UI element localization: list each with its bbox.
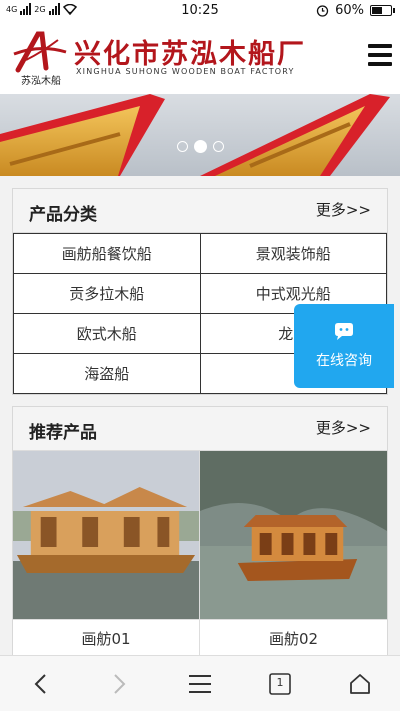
featured-header: 推荐产品 更多>> bbox=[13, 407, 387, 451]
browser-nav-bar: 1 bbox=[0, 655, 400, 711]
featured-section: 推荐产品 更多>> 画舫01 画舫02 bbox=[12, 406, 388, 658]
status-right: 60% bbox=[316, 3, 395, 18]
home-icon[interactable] bbox=[346, 670, 374, 698]
back-icon[interactable] bbox=[26, 670, 54, 698]
online-consult-button[interactable]: 在线咨询 bbox=[294, 304, 394, 388]
battery-icon bbox=[370, 5, 395, 16]
hero-banner[interactable] bbox=[0, 94, 400, 176]
chat-bubble-icon bbox=[335, 323, 353, 340]
category-item[interactable]: 海盗船 bbox=[14, 354, 201, 394]
product-image[interactable] bbox=[13, 451, 199, 619]
menu-icon[interactable] bbox=[186, 670, 214, 698]
product-name[interactable]: 画舫02 bbox=[200, 619, 387, 657]
alarm-icon bbox=[316, 5, 329, 17]
carousel-indicators bbox=[0, 140, 400, 153]
tabs-icon[interactable]: 1 bbox=[266, 670, 294, 698]
product-card[interactable]: 画舫01 bbox=[13, 451, 200, 657]
consult-label: 在线咨询 bbox=[316, 353, 372, 369]
brand-name-en: XINGHUA SUHONG WOODEN BOAT FACTORY bbox=[76, 67, 295, 76]
more-link[interactable]: 更多>> bbox=[316, 199, 371, 220]
hamburger-menu-icon[interactable] bbox=[368, 44, 392, 66]
brand-name: 兴化市苏泓木船厂 bbox=[74, 39, 306, 70]
category-item[interactable]: 画舫船餐饮船 bbox=[14, 234, 201, 274]
battery-percent: 60% bbox=[335, 3, 364, 18]
category-item[interactable]: 贡多拉木船 bbox=[14, 274, 201, 314]
section-title: 产品分类 bbox=[29, 205, 97, 225]
category-item[interactable]: 景观装饰船 bbox=[200, 234, 387, 274]
category-item[interactable]: 欧式木船 bbox=[14, 314, 201, 354]
carousel-dot[interactable] bbox=[176, 141, 188, 152]
carousel-dot-active[interactable] bbox=[193, 140, 207, 153]
logo-subtitle: 苏泓木船 bbox=[21, 76, 61, 87]
product-card[interactable]: 画舫02 bbox=[200, 451, 387, 657]
section-title: 推荐产品 bbox=[29, 423, 97, 443]
more-link[interactable]: 更多>> bbox=[316, 417, 371, 438]
banner-image bbox=[0, 94, 400, 176]
forward-icon[interactable] bbox=[106, 670, 134, 698]
carousel-dot[interactable] bbox=[212, 141, 224, 152]
product-grid: 画舫01 画舫02 bbox=[13, 451, 387, 657]
category-header: 产品分类 更多>> bbox=[13, 189, 387, 233]
site-header: 苏泓木船 兴化市苏泓木船厂 XINGHUA SUHONG WOODEN BOAT… bbox=[0, 22, 400, 94]
product-name[interactable]: 画舫01 bbox=[13, 619, 199, 657]
tab-count: 1 bbox=[276, 676, 284, 689]
product-image[interactable] bbox=[200, 451, 387, 619]
status-bar: 4G 2G 10:25 60% bbox=[0, 0, 400, 22]
